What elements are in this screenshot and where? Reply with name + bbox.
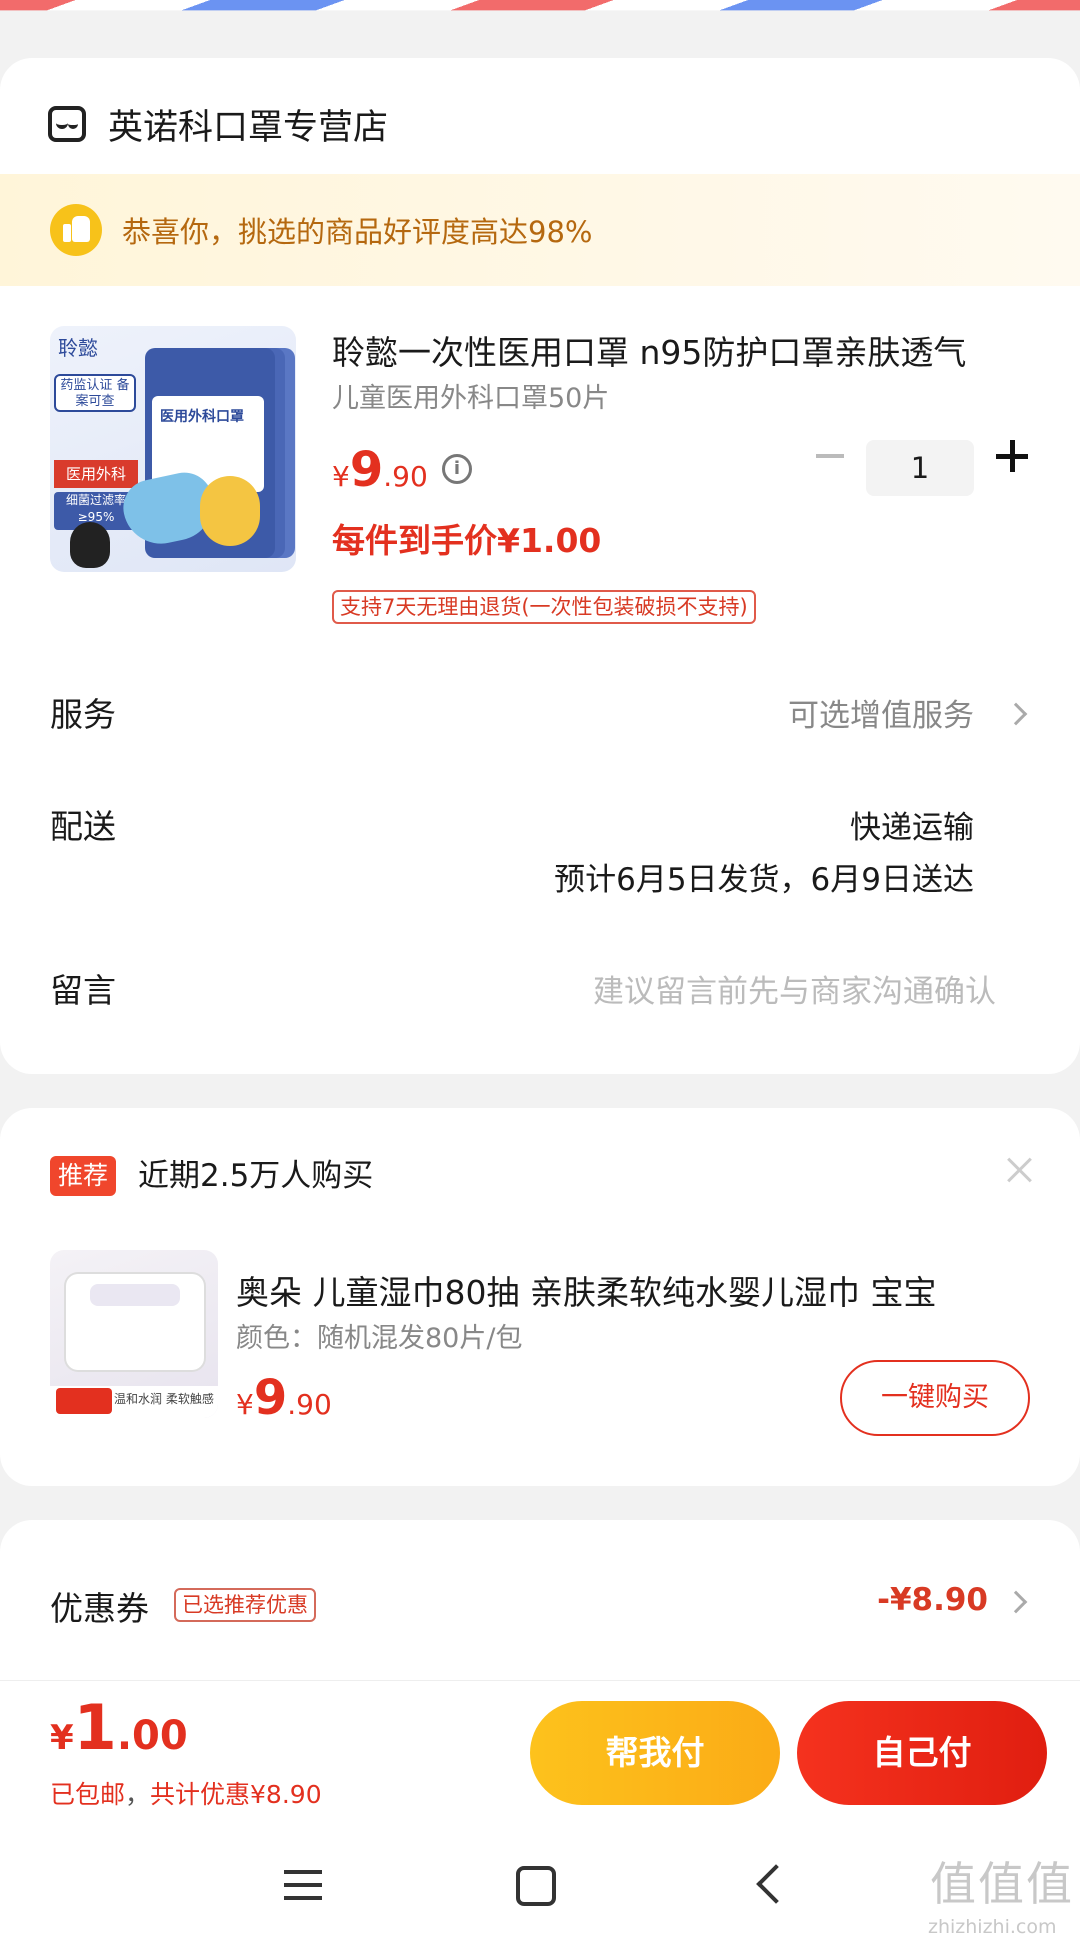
chevron-right-icon[interactable] — [1004, 1590, 1028, 1614]
system-nav-bar: 值值值 zhizhizhi.com — [0, 1820, 1080, 1951]
package-title: 医用外科口罩 — [160, 409, 244, 425]
product-title[interactable]: 聆懿一次性医用口罩 n95防护口罩亲肤透气 — [332, 326, 1032, 374]
price-symbol: ¥ — [236, 1388, 254, 1421]
checkout-bar: ¥ 1 .00 已包邮，共计优惠¥8.90 帮我付 自己付 — [0, 1680, 1080, 1820]
return-policy-badge: 支持7天无理由退货(一次性包装破损不支持) — [332, 590, 756, 624]
penguin-graphic — [70, 522, 110, 568]
image-price-tag — [56, 1388, 112, 1414]
recommend-price: ¥ 9 .90 — [236, 1370, 332, 1426]
shop-header[interactable]: 英诺科口罩专营店 — [48, 94, 388, 154]
total-price: ¥ 1 .00 — [50, 1691, 188, 1764]
store-icon — [48, 106, 86, 142]
pay-myself-button[interactable]: 自己付 — [797, 1701, 1047, 1805]
price-decimal: .90 — [383, 460, 428, 493]
watermark-logo: 值值值 — [930, 1857, 1074, 1911]
coupon-label: 优惠券 — [50, 1589, 149, 1628]
cert-tag: 药监认证 备案可查 — [54, 374, 136, 412]
image-strip-text: 温和水润 柔软触感 — [114, 1392, 214, 1406]
cat-graphic — [200, 476, 260, 546]
summary-separator: ， — [125, 1780, 151, 1809]
airmail-border — [0, 0, 1080, 11]
thumbs-up-icon — [50, 204, 102, 256]
recommend-card: 推荐 近期2.5万人购买 温和水润 柔软触感 奥朵 儿童湿巾80抽 亲肤柔软纯水… — [0, 1108, 1080, 1486]
type-tag: 医用外科 — [54, 460, 138, 488]
message-input[interactable]: 建议留言前先与商家沟通确认 — [593, 966, 996, 1011]
rating-banner-text: 恭喜你，挑选的商品好评度高达98% — [122, 215, 593, 249]
total-integer: 1 — [73, 1691, 117, 1764]
recommend-product-image[interactable]: 温和水润 柔软触感 — [50, 1250, 218, 1418]
chevron-right-icon[interactable] — [1004, 702, 1028, 726]
close-icon[interactable] — [1006, 1156, 1034, 1184]
message-label: 留言 — [50, 971, 116, 1010]
discount-total: 共计优惠¥8.90 — [150, 1780, 322, 1809]
price-decimal: .90 — [287, 1388, 332, 1421]
decrease-quantity-button[interactable] — [812, 438, 848, 474]
menu-icon[interactable] — [284, 1868, 322, 1902]
recommend-product-title[interactable]: 奥朵 儿童湿巾80抽 亲肤柔软纯水婴儿湿巾 宝宝 — [236, 1266, 1006, 1314]
price-symbol: ¥ — [332, 460, 350, 493]
info-icon[interactable]: i — [442, 454, 472, 484]
rating-banner: 恭喜你，挑选的商品好评度高达98% — [0, 174, 1080, 286]
total-summary: 已包邮，共计优惠¥8.90 — [50, 1775, 322, 1811]
recommend-title: 近期2.5万人购买 — [138, 1158, 374, 1194]
brand-logo: 聆懿 — [58, 336, 98, 360]
back-icon[interactable] — [756, 1864, 796, 1904]
recommend-product-spec: 颜色：随机混发80片/包 — [236, 1323, 523, 1354]
shop-name: 英诺科口罩专营店 — [108, 107, 389, 148]
increase-quantity-button[interactable] — [994, 438, 1030, 474]
price-integer: 9 — [253, 1370, 288, 1426]
total-symbol: ¥ — [50, 1718, 74, 1758]
total-decimal: .00 — [116, 1713, 188, 1759]
order-card: 英诺科口罩专营店 恭喜你，挑选的商品好评度高达98% 医用外科口罩 聆懿 药监认… — [0, 58, 1080, 1074]
coupon-status-tag: 已选推荐优惠 — [174, 1588, 316, 1622]
product-spec[interactable]: 儿童医用外科口罩50片 — [332, 376, 609, 415]
home-icon[interactable] — [516, 1866, 556, 1906]
delivery-method: 快递运输 — [850, 810, 974, 846]
product-image[interactable]: 医用外科口罩 聆懿 药监认证 备案可查 医用外科 细菌过滤率 ≥95% — [50, 326, 296, 572]
watermark-url: zhizhizhi.com — [928, 1916, 1057, 1938]
price-integer: 9 — [349, 442, 384, 498]
help-me-pay-button[interactable]: 帮我付 — [530, 1701, 780, 1805]
wipes-lid-graphic — [90, 1284, 180, 1306]
service-value[interactable]: 可选增值服务 — [788, 690, 974, 735]
coupon-amount: -¥8.90 — [877, 1582, 988, 1618]
service-label: 服务 — [50, 695, 116, 734]
shipping-status: 已包邮 — [50, 1780, 126, 1809]
product-price: ¥ 9 .90 — [332, 442, 428, 498]
delivery-estimate: 预计6月5日发货，6月9日送达 — [554, 862, 974, 898]
delivery-label: 配送 — [50, 807, 116, 846]
unit-final-price: 每件到手价¥1.00 — [332, 521, 602, 560]
quantity-field[interactable]: 1 — [866, 440, 974, 496]
one-click-buy-button[interactable]: 一键购买 — [840, 1360, 1030, 1436]
recommend-badge: 推荐 — [50, 1156, 117, 1196]
